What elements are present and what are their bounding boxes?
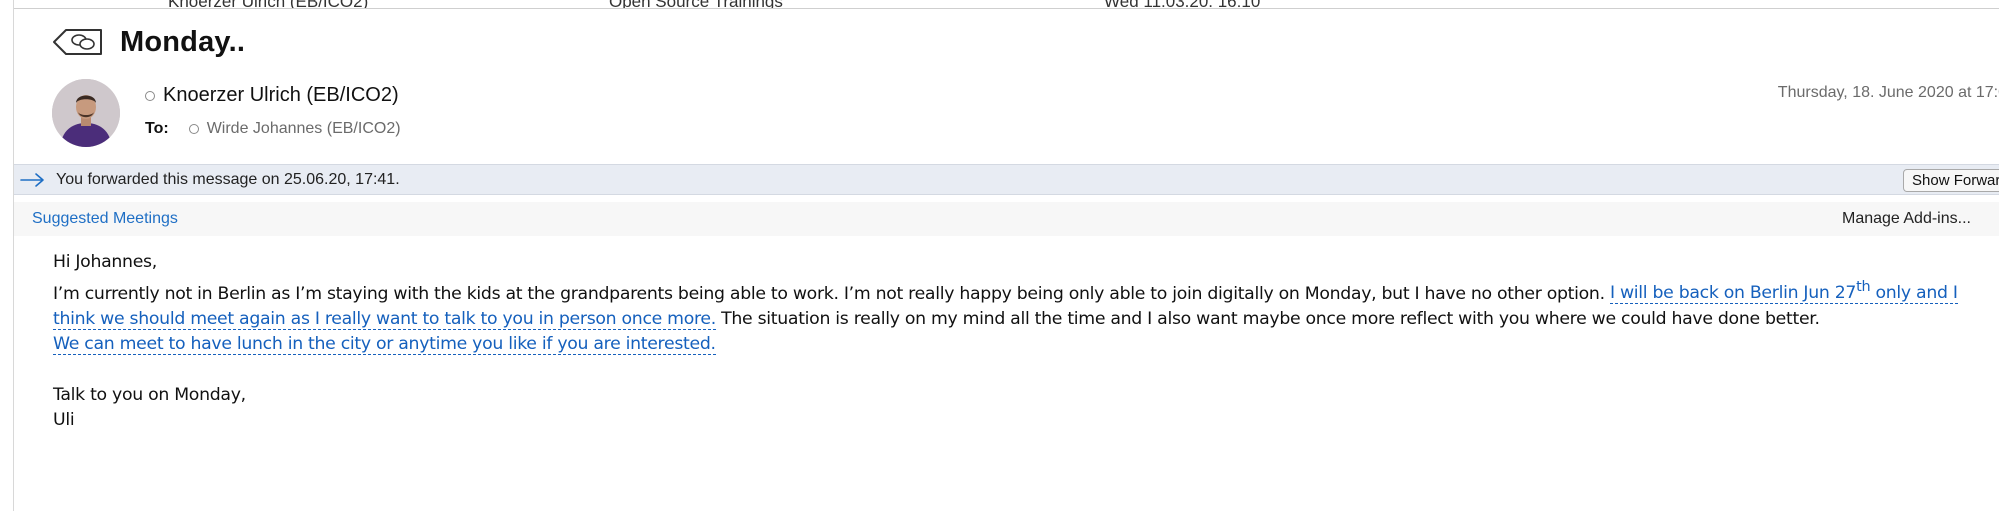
list-row-subject: Open Source Trainings	[609, 0, 783, 8]
signature: Uli	[53, 410, 75, 431]
forward-arrow-icon	[20, 172, 44, 187]
suggested-meetings-link[interactable]: Suggested Meetings	[32, 210, 178, 228]
presence-icon	[145, 90, 155, 101]
recipients-row: To: Wirde Johannes (EB/ICO2)	[145, 120, 401, 138]
pane-divider	[13, 0, 14, 511]
sender-avatar[interactable]	[52, 79, 120, 147]
list-row-sender: Knoerzer Ulrich (EB/ICO2)	[168, 0, 368, 8]
recipient-name[interactable]: Wirde Johannes (EB/ICO2)	[207, 120, 401, 138]
message-list-row[interactable]: Knoerzer Ulrich (EB/ICO2) Open Source Tr…	[14, 0, 1999, 9]
show-forward-button[interactable]: Show Forward	[1903, 169, 1999, 192]
to-label: To:	[145, 120, 169, 137]
subject-row: Monday..	[52, 22, 245, 62]
message-body: Hi Johannes, I’m currently not in Berlin…	[53, 250, 1993, 434]
body-paragraph: We can meet to have lunch in the city or…	[53, 332, 1993, 358]
addin-bar: Suggested Meetings Manage Add-ins...	[14, 202, 1999, 236]
sender-row: Knoerzer Ulrich (EB/ICO2)	[145, 84, 399, 107]
greeting: Hi Johannes,	[53, 252, 157, 272]
list-row-date: Wed 11.03.20. 16:10	[1104, 0, 1260, 8]
body-paragraph: I’m currently not in Berlin as I’m stayi…	[53, 276, 1993, 333]
closing: Talk to you on Monday,	[53, 384, 246, 405]
manage-addins-button[interactable]: Manage Add-ins...	[1842, 210, 1971, 228]
link-superscript: th	[1856, 279, 1871, 296]
body-text: I’m currently not in Berlin as I’m stayi…	[53, 283, 1605, 304]
detected-meeting-link[interactable]: We can meet to have lunch in the city or…	[53, 334, 716, 356]
link-text: I will be back on Berlin Jun 27	[1609, 283, 1857, 304]
forwarded-text: You forwarded this message on 25.06.20, …	[56, 170, 400, 188]
presence-icon	[188, 124, 199, 134]
sender-name[interactable]: Knoerzer Ulrich (EB/ICO2)	[163, 84, 399, 107]
reply-icon[interactable]	[52, 27, 106, 57]
message-date: Thursday, 18. June 2020 at 17:0	[1777, 84, 1999, 101]
message-subject: Monday..	[120, 25, 246, 58]
forwarded-banner: You forwarded this message on 25.06.20, …	[14, 164, 1999, 195]
body-text: The situation is really on my mind all t…	[721, 308, 1820, 329]
